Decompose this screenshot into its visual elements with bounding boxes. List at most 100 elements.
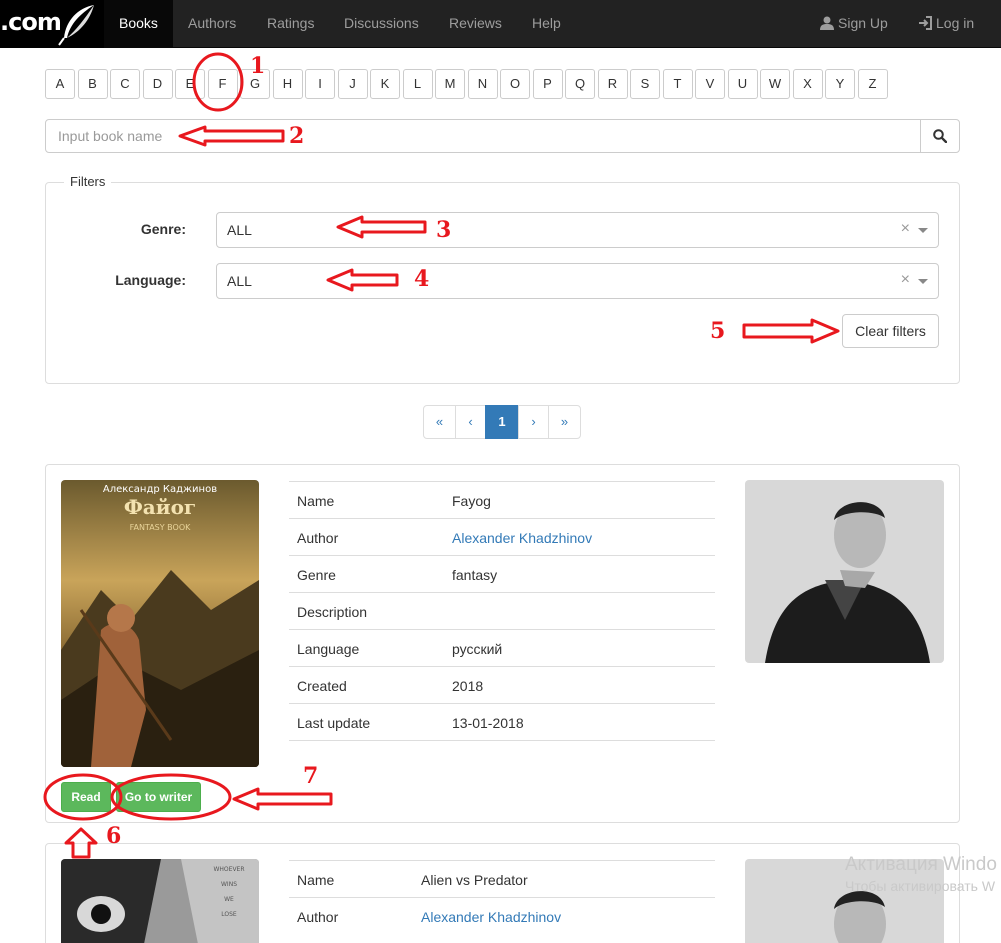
info-key: Name bbox=[297, 872, 335, 888]
info-row-name: Name Fayog bbox=[289, 481, 715, 518]
cover-author-text: Александр Каджинов bbox=[103, 484, 217, 495]
letter-button-w[interactable]: W bbox=[760, 69, 790, 99]
letter-button-n[interactable]: N bbox=[467, 69, 498, 99]
letter-button-b[interactable]: B bbox=[77, 69, 108, 99]
windows-activation-watermark: Активация Windo bbox=[845, 854, 997, 875]
filters-legend: Filters bbox=[64, 174, 112, 189]
nav-authors[interactable]: Authors bbox=[173, 0, 251, 48]
letter-button-r[interactable]: R bbox=[597, 69, 628, 99]
cover-text-line: WE bbox=[224, 896, 234, 903]
letter-button-t[interactable]: T bbox=[662, 69, 693, 99]
top-navbar: .com Books Authors Ratings Discussions R… bbox=[0, 0, 1001, 48]
letter-button-e[interactable]: E bbox=[175, 69, 205, 99]
feather-icon bbox=[58, 5, 94, 46]
letter-button-u[interactable]: U bbox=[727, 69, 758, 99]
annotation-number: 2 bbox=[289, 123, 305, 149]
chevron-down-icon[interactable] bbox=[918, 228, 928, 233]
cover-subtitle-text: FANTASY BOOK bbox=[130, 523, 192, 532]
signup-link[interactable]: Sign Up bbox=[820, 0, 888, 48]
letter-button-q[interactable]: Q bbox=[565, 69, 595, 99]
info-key: Last update bbox=[297, 715, 371, 731]
annotation-number: 4 bbox=[414, 266, 430, 292]
page-next-button[interactable]: › bbox=[518, 405, 549, 439]
letter-button-f[interactable]: F bbox=[207, 69, 238, 99]
letter-button-j[interactable]: J bbox=[337, 69, 368, 99]
info-value: русский bbox=[452, 641, 503, 657]
letter-button-p[interactable]: P bbox=[532, 69, 563, 99]
annotation-number: 6 bbox=[106, 823, 122, 849]
login-icon bbox=[919, 16, 932, 30]
info-key: Genre bbox=[297, 567, 336, 583]
book-cover-image[interactable]: WHOEVER WINS WE LOSE bbox=[61, 859, 259, 943]
annotation-number: 5 bbox=[710, 318, 726, 344]
search-icon bbox=[933, 129, 947, 143]
language-clear-icon[interactable]: × bbox=[901, 271, 910, 289]
annotation-number: 7 bbox=[303, 763, 319, 789]
genre-select-value: ALL bbox=[227, 222, 252, 238]
page-last-button[interactable]: » bbox=[548, 405, 581, 439]
letter-button-l[interactable]: L bbox=[402, 69, 433, 99]
info-value: 2018 bbox=[452, 678, 484, 694]
language-select[interactable]: ALL × bbox=[216, 263, 939, 299]
windows-activation-subtext: Чтобы активировать W bbox=[845, 878, 996, 894]
annotation-number: 3 bbox=[436, 217, 452, 243]
letter-button-d[interactable]: D bbox=[142, 69, 173, 99]
language-select-value: ALL bbox=[227, 273, 252, 289]
brand-text: .com bbox=[0, 8, 62, 36]
letter-button-a[interactable]: A bbox=[45, 69, 75, 99]
chevron-down-icon[interactable] bbox=[918, 279, 928, 284]
letter-button-h[interactable]: H bbox=[272, 69, 303, 99]
author-link[interactable]: Alexander Khadzhinov bbox=[452, 530, 592, 546]
nav-help[interactable]: Help bbox=[517, 0, 576, 48]
nav-reviews[interactable]: Reviews bbox=[434, 0, 517, 48]
user-icon bbox=[820, 16, 834, 30]
cover-text-line: LOSE bbox=[221, 911, 237, 918]
page-prev-button[interactable]: ‹ bbox=[455, 405, 486, 439]
letter-button-m[interactable]: M bbox=[435, 69, 465, 99]
info-value: Alien vs Predator bbox=[421, 872, 528, 888]
letter-button-s[interactable]: S bbox=[630, 69, 660, 99]
info-key: Language bbox=[297, 641, 360, 657]
info-row-created: Created 2018 bbox=[289, 666, 715, 703]
book-cover-image[interactable]: Александр Каджинов Файог FANTASY BOOK bbox=[61, 480, 259, 767]
go-to-writer-button[interactable]: Go to writer bbox=[116, 782, 201, 812]
brand-logo[interactable]: .com bbox=[0, 0, 104, 48]
letter-button-x[interactable]: X bbox=[792, 69, 823, 99]
info-row-description: Description bbox=[289, 592, 715, 629]
nav-ratings[interactable]: Ratings bbox=[252, 0, 329, 48]
nav-discussions[interactable]: Discussions bbox=[329, 0, 434, 48]
cover-title-text: Файог bbox=[124, 495, 196, 519]
signup-label: Sign Up bbox=[838, 15, 888, 31]
info-row-last-update: Last update 13-01-2018 bbox=[289, 703, 715, 740]
author-photo-art bbox=[745, 480, 944, 663]
page-current-button[interactable]: 1 bbox=[485, 405, 519, 439]
letter-button-o[interactable]: O bbox=[500, 69, 530, 99]
letter-button-y[interactable]: Y bbox=[825, 69, 855, 99]
info-key: Author bbox=[297, 530, 339, 546]
language-label: Language: bbox=[115, 272, 186, 288]
info-value: Fayog bbox=[452, 493, 491, 509]
info-key: Name bbox=[297, 493, 335, 509]
read-button[interactable]: Read bbox=[61, 782, 111, 812]
cover-text-line: WINS bbox=[221, 881, 237, 888]
letter-button-z[interactable]: Z bbox=[857, 69, 888, 99]
genre-select[interactable]: ALL × bbox=[216, 212, 939, 248]
genre-clear-icon[interactable]: × bbox=[901, 220, 910, 238]
nav-books[interactable]: Books bbox=[104, 0, 173, 48]
book-search-input[interactable] bbox=[45, 119, 921, 153]
author-link[interactable]: Alexander Khadzhinov bbox=[421, 909, 561, 925]
info-value: fantasy bbox=[452, 567, 498, 583]
letter-button-i[interactable]: I bbox=[305, 69, 335, 99]
login-link[interactable]: Log in bbox=[918, 0, 974, 48]
search-button[interactable] bbox=[920, 119, 960, 153]
letter-button-v[interactable]: V bbox=[695, 69, 725, 99]
info-key: Created bbox=[297, 678, 347, 694]
letter-button-c[interactable]: C bbox=[110, 69, 140, 99]
letter-button-k[interactable]: K bbox=[370, 69, 400, 99]
cover-text-line: WHOEVER bbox=[213, 866, 244, 873]
clear-filters-button[interactable]: Clear filters bbox=[842, 314, 939, 348]
author-photo[interactable] bbox=[745, 480, 944, 663]
info-row-author: Author Alexander Khadzhinov bbox=[289, 897, 715, 934]
book-cover-art: Александр Каджинов Файог FANTASY BOOK bbox=[61, 480, 259, 767]
page-first-button[interactable]: « bbox=[423, 405, 456, 439]
